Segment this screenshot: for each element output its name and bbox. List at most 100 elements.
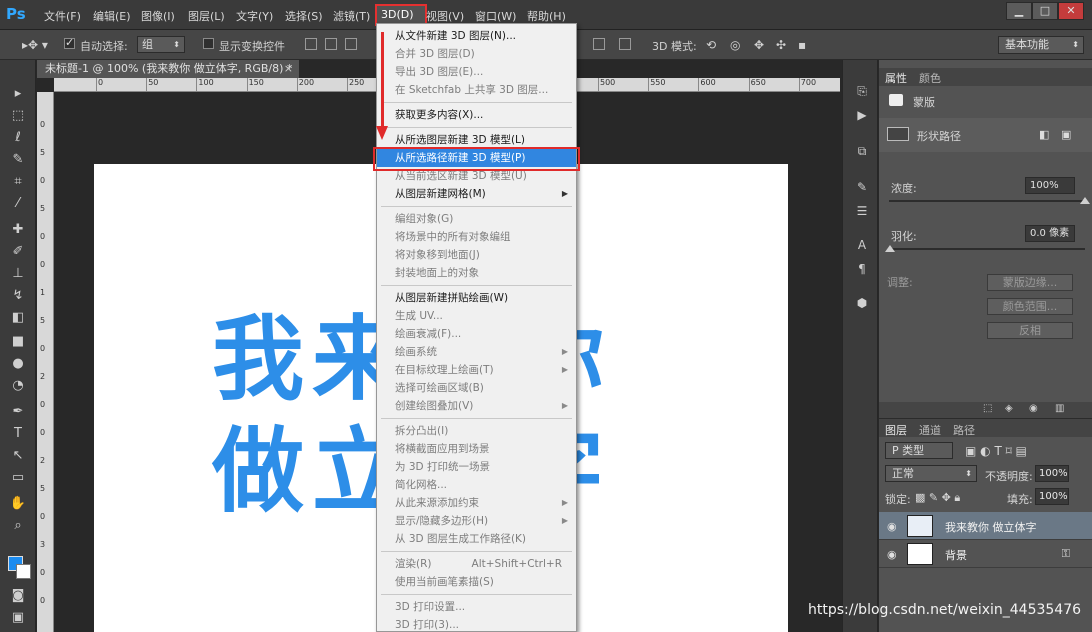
type-tool-icon[interactable]: T xyxy=(8,424,28,444)
eraser-tool-icon[interactable]: ◧ xyxy=(8,308,28,328)
3d-roll-icon[interactable]: ◎ xyxy=(730,38,740,52)
menu-item[interactable]: 3D 打印设置... xyxy=(377,598,576,616)
path-select-tool-icon[interactable]: ↖ xyxy=(8,446,28,466)
layer-filter-dropdown[interactable]: P 类型 xyxy=(885,442,953,459)
menu-item[interactable]: 合并 3D 图层(D) xyxy=(377,45,576,63)
workspace-dropdown[interactable]: 基本功能 ⬍ xyxy=(998,36,1084,54)
menu-item[interactable]: 从文件新建 3D 图层(N)... xyxy=(377,27,576,45)
brush-tool-icon[interactable]: ✐ xyxy=(8,242,28,262)
actions-icon[interactable]: ▶ xyxy=(853,106,871,124)
menu-layer[interactable]: 图层(L) xyxy=(188,8,225,24)
marquee-tool-icon[interactable]: ⬚ xyxy=(8,106,28,126)
align-top-icon[interactable] xyxy=(305,38,317,50)
menu-item[interactable]: 编组对象(G) xyxy=(377,210,576,228)
crop-tool-icon[interactable]: ⌗ xyxy=(8,172,28,192)
quick-mask-icon[interactable]: ◙ xyxy=(8,586,28,606)
pen-tool-icon[interactable]: ✒ xyxy=(8,402,28,422)
tab-paths[interactable]: 路径 xyxy=(953,422,975,438)
blur-tool-icon[interactable]: ● xyxy=(8,354,28,374)
opacity-field[interactable]: 100% xyxy=(1035,465,1069,482)
apply-mask-icon[interactable]: ▣ xyxy=(1061,128,1071,141)
dodge-tool-icon[interactable]: ◔ xyxy=(8,376,28,396)
align-bottom-icon[interactable] xyxy=(345,38,357,50)
screen-mode-icon[interactable]: ▣ xyxy=(8,608,28,628)
hand-tool-icon[interactable]: ✋ xyxy=(8,494,28,514)
auto-select-checkbox[interactable] xyxy=(64,36,75,49)
menu-item[interactable]: 创建绘图叠加(V) ▶ xyxy=(377,397,576,415)
lasso-tool-icon[interactable]: ℓ xyxy=(8,128,28,148)
menu-item[interactable]: 选择可绘画区域(B) xyxy=(377,379,576,397)
feather-slider[interactable] xyxy=(889,248,1085,250)
brush-presets-icon[interactable]: ⧉ xyxy=(853,142,871,160)
tab-channels[interactable]: 通道 xyxy=(919,422,941,438)
menu-item[interactable]: 使用当前画笔素描(S) xyxy=(377,573,576,591)
mask-edge-button[interactable]: 蒙版边缘... xyxy=(987,274,1073,291)
3d-orbit-icon[interactable]: ⟲ xyxy=(706,38,716,52)
move-tool-icon[interactable]: ▸ xyxy=(8,84,28,104)
history-brush-icon[interactable]: ↯ xyxy=(8,286,28,306)
menu-item[interactable]: 将横截面应用到场景 xyxy=(377,440,576,458)
gradient-tool-icon[interactable]: ■ xyxy=(8,332,28,352)
close-button[interactable]: ✕ xyxy=(1058,2,1084,20)
menu-item[interactable]: 绘画衰减(F)... xyxy=(377,325,576,343)
menu-item[interactable]: 绘画系统 ▶ xyxy=(377,343,576,361)
menu-view[interactable]: 视图(V) xyxy=(426,8,464,24)
menu-item[interactable]: 将对象移到地面(J) xyxy=(377,246,576,264)
stamp-tool-icon[interactable]: ⊥ xyxy=(8,264,28,284)
menu-item[interactable]: 导出 3D 图层(E)... xyxy=(377,63,576,81)
3d-cube-icon[interactable]: ⬢ xyxy=(853,294,871,312)
menu-item[interactable]: 显示/隐藏多边形(H) ▶ xyxy=(377,512,576,530)
healing-tool-icon[interactable]: ✚ xyxy=(8,220,28,240)
menu-item[interactable]: 为 3D 打印统一场景 xyxy=(377,458,576,476)
menu-select[interactable]: 选择(S) xyxy=(285,8,323,24)
menu-filter[interactable]: 滤镜(T) xyxy=(333,8,370,24)
background-color-swatch[interactable] xyxy=(16,564,31,579)
menu-item[interactable]: 生成 UV... xyxy=(377,307,576,325)
menu-item[interactable]: 3D 打印(3)... xyxy=(377,616,576,632)
menu-item[interactable]: 渲染(R) Alt+Shift+Ctrl+R xyxy=(377,555,576,573)
auto-align-icon[interactable] xyxy=(619,38,631,50)
menu-item[interactable]: 简化网格... xyxy=(377,476,576,494)
menu-item[interactable]: 将场景中的所有对象编组 xyxy=(377,228,576,246)
menu-item[interactable]: 从此来源添加约束 ▶ xyxy=(377,494,576,512)
history-icon[interactable]: ⎘ xyxy=(853,82,871,100)
menu-item[interactable]: 从图层新建拼贴绘画(W) xyxy=(377,289,576,307)
trash-icon[interactable]: ▥ xyxy=(1055,403,1064,414)
menu-edit[interactable]: 编辑(E) xyxy=(93,8,131,24)
feather-slider-knob[interactable] xyxy=(885,245,895,252)
layer-row[interactable]: ◉ 我来教你 做立体字 xyxy=(879,512,1092,540)
density-field[interactable]: 100% xyxy=(1025,177,1075,194)
menu-help[interactable]: 帮助(H) xyxy=(527,8,566,24)
tab-properties[interactable]: 属性 xyxy=(885,70,907,86)
layer-row[interactable]: ◉ 背景 ⚿ xyxy=(879,540,1092,568)
eye-icon[interactable]: ◉ xyxy=(887,548,897,561)
zoom-tool-icon[interactable]: ⌕ xyxy=(8,516,28,536)
document-tab[interactable]: 未标题-1 @ 100% (我来教你 做立体字, RGB/8) * × xyxy=(37,60,299,78)
menu-file[interactable]: 文件(F) xyxy=(44,8,81,24)
selection-icon[interactable]: ◧ xyxy=(1039,128,1049,141)
menu-item[interactable]: 获取更多内容(X)... xyxy=(377,106,576,124)
invert-button[interactable]: 反相 xyxy=(987,322,1073,339)
menu-window[interactable]: 窗口(W) xyxy=(475,8,516,24)
blend-mode-dropdown[interactable]: 正常 ⬍ xyxy=(885,465,977,482)
menu-3d[interactable]: 3D(D) xyxy=(381,8,414,21)
move-tool-icon[interactable]: ▸✥ ▾ xyxy=(22,38,48,52)
fill-field[interactable]: 100% xyxy=(1035,488,1069,505)
feather-field[interactable]: 0.0 像素 xyxy=(1025,225,1075,242)
maximize-button[interactable]: □ xyxy=(1032,2,1058,20)
apply-icon[interactable]: ◈ xyxy=(1005,403,1013,414)
3d-pan-icon[interactable]: ✥ xyxy=(754,38,764,52)
distribute-icon[interactable] xyxy=(593,38,605,50)
adjust-sliders-icon[interactable]: ☰ xyxy=(853,202,871,220)
align-middle-icon[interactable] xyxy=(325,38,337,50)
filter-icons[interactable]: ▣ ◐ T ⌑ ▤ xyxy=(965,444,1027,458)
menu-image[interactable]: 图像(I) xyxy=(141,8,175,24)
eye-icon[interactable]: ◉ xyxy=(887,520,897,533)
quick-select-tool-icon[interactable]: ✎ xyxy=(8,150,28,170)
visibility-icon[interactable]: ◉ xyxy=(1029,403,1038,414)
load-selection-icon[interactable]: ⬚ xyxy=(983,403,992,414)
show-transform-checkbox[interactable] xyxy=(203,38,214,49)
close-icon[interactable]: × xyxy=(284,60,293,78)
auto-select-dropdown[interactable]: 组 ⬍ xyxy=(137,36,185,53)
menu-type[interactable]: 文字(Y) xyxy=(236,8,273,24)
